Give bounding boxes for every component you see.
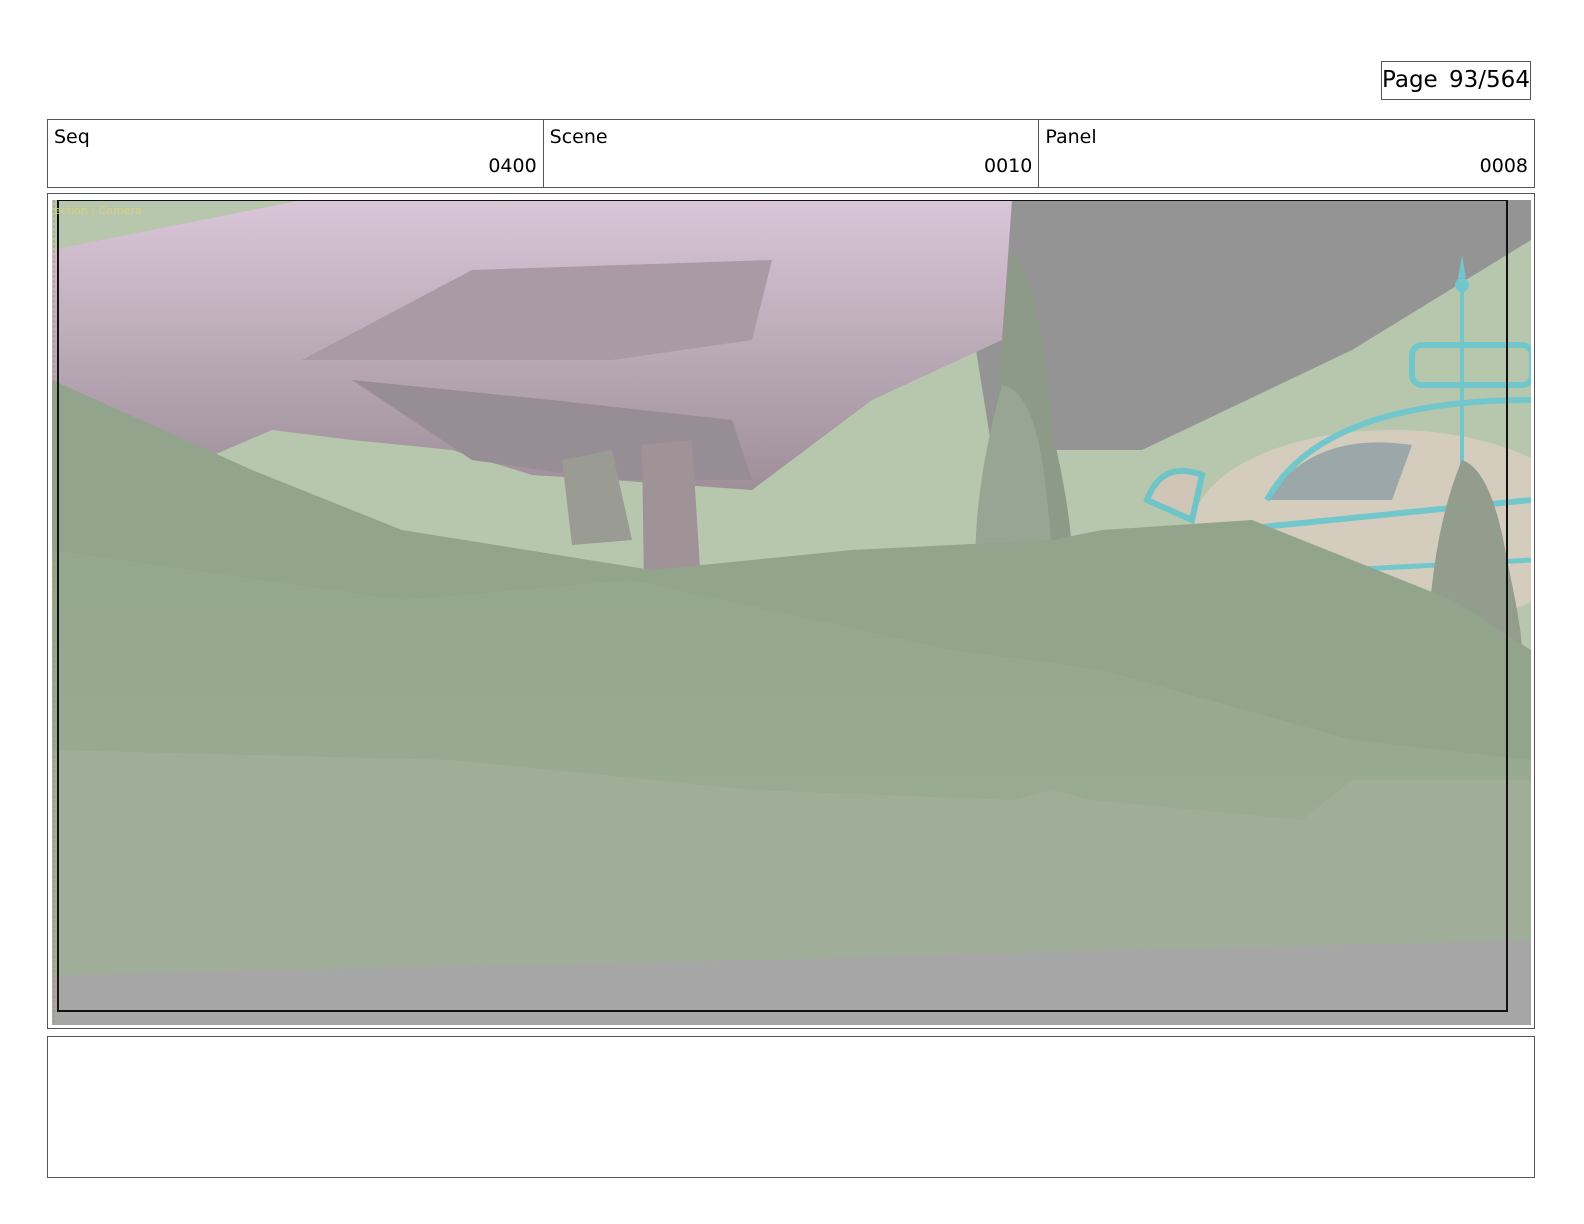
page-current: 93/564 bbox=[1449, 67, 1530, 93]
panel-cell: Panel 0008 bbox=[1039, 120, 1534, 187]
scene-label: Scene bbox=[549, 126, 608, 148]
seq-label: Seq bbox=[54, 126, 90, 148]
camera-viewport-image bbox=[52, 200, 1531, 1025]
notes-box bbox=[47, 1036, 1535, 1178]
panel-value: 0008 bbox=[1479, 155, 1529, 177]
panel-header: Seq 0400 Scene 0010 Panel 0008 bbox=[47, 119, 1535, 188]
scene-value: 0010 bbox=[983, 155, 1033, 177]
viewport-label: ection | Camera bbox=[54, 204, 142, 217]
scene-cell: Scene 0010 bbox=[544, 120, 1040, 187]
seq-value: 0400 bbox=[488, 155, 537, 177]
page-number-box: Page 93/564 bbox=[1381, 61, 1531, 100]
panel-label: Panel bbox=[1045, 126, 1097, 148]
seq-cell: Seq 0400 bbox=[48, 120, 544, 187]
page-label: Page bbox=[1382, 67, 1438, 93]
